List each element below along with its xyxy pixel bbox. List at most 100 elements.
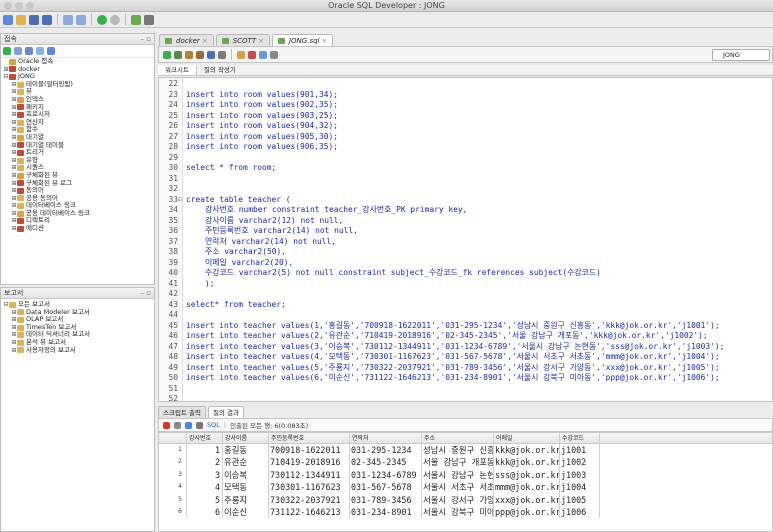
sql-link[interactable]: SQL (207, 421, 220, 429)
tree-item[interactable]: ⊞ 사용자정의 보고서 (3, 346, 154, 355)
grid-cell[interactable]: 이승복 (223, 468, 269, 482)
grid-cell[interactable]: 731122-1646213 (269, 505, 350, 519)
grid-cell[interactable]: 031-295-1234 (350, 444, 422, 457)
format-icon[interactable] (270, 50, 278, 59)
grid-cell[interactable]: j1002 (560, 456, 600, 469)
grid-cell[interactable]: j1003 (560, 468, 600, 482)
connection-select[interactable]: JONG (712, 49, 770, 61)
close-tab-icon[interactable]: × (202, 35, 208, 47)
grid-cell[interactable]: 031-234-8901 (350, 505, 422, 519)
grid-cell[interactable]: xxx@jok.or.kr (494, 493, 560, 506)
save-all-icon[interactable] (42, 14, 52, 25)
tree-item[interactable]: ⊞ 에디션 (3, 224, 154, 233)
fold-toggle-icon[interactable]: ⊟ (178, 195, 184, 206)
close-window-button[interactable] (4, 2, 12, 10)
column-header[interactable]: 이메일 (494, 433, 560, 443)
back-icon[interactable] (97, 14, 107, 25)
grid-cell[interactable]: kkk@jok.or.kr (494, 444, 560, 457)
rollback-icon[interactable] (196, 50, 204, 59)
history-icon[interactable] (259, 50, 267, 59)
grid-cell[interactable]: 5 (187, 493, 223, 506)
grid-cell[interactable]: 02-345-2345 (350, 456, 422, 469)
zoom-window-button[interactable] (26, 2, 34, 10)
column-header[interactable]: 주민등록번호 (269, 433, 350, 443)
grid-cell[interactable]: ppp@jok.or.kr (494, 505, 560, 519)
sql-worksheet-icon[interactable] (131, 14, 141, 25)
grid-cell[interactable]: 730322-2037921 (269, 493, 350, 506)
eraser-icon[interactable] (248, 50, 256, 59)
close-tab-icon[interactable]: × (258, 35, 264, 47)
table-row[interactable]: 6 6 이순신 731122-1646213 031-234-8901 서울시 강북구 미… (159, 505, 772, 519)
grid-cell[interactable]: 710419-2018916 (269, 456, 350, 469)
grid-cell[interactable]: 730112-1344911 (269, 468, 350, 482)
refresh-results-icon[interactable] (185, 421, 192, 429)
grid-cell[interactable]: 서울 강남구 개포동 (422, 456, 494, 469)
schema-browser-icon[interactable] (36, 47, 44, 55)
autotrace-icon[interactable] (218, 50, 226, 59)
grid-cell[interactable]: j1004 (560, 481, 600, 494)
table-row[interactable]: 5 5 주룡지 730322-2037921 031-789-3456 서울시 강서구 가… (159, 493, 772, 506)
table-row[interactable]: 1 1 홍길동 700918-1622011 031-295-1234 성남시 중원구 신… (159, 444, 772, 457)
tab-query-builder[interactable]: 질의 작성기 (197, 65, 243, 75)
grid-cell[interactable]: j1001 (560, 444, 600, 457)
grid-cell[interactable]: kkk@jok.or.kr (494, 456, 560, 469)
close-tab-icon[interactable]: × (321, 35, 327, 47)
grid-cell[interactable]: 서울시 강남구 논현동 (422, 468, 494, 482)
grid-cell[interactable]: 이순신 (223, 505, 269, 519)
run-script-icon[interactable] (174, 50, 182, 59)
tab-script-output[interactable]: 스크립트 출력 (158, 406, 206, 418)
refresh-icon[interactable] (14, 47, 22, 55)
grid-cell[interactable]: 3 (187, 468, 223, 482)
grid-cell[interactable]: 주룡지 (223, 493, 269, 506)
tab-query-result[interactable]: 질의 결과 (207, 406, 244, 418)
grid-cell[interactable]: 서울시 강서구 가양동 (422, 493, 494, 506)
grid-cell[interactable]: 031-567-5678 (350, 481, 422, 494)
column-header[interactable]: 수강코드 (560, 433, 600, 443)
table-row[interactable]: 3 3 이승복 730112-1344911 031-1234-6789 서울시 강남구 … (159, 468, 772, 482)
table-row[interactable]: 4 4 모택동 730301-1167623 031-567-5678 서울시 서초구 서… (159, 481, 772, 494)
grid-cell[interactable]: 서울시 서초구 서초동 (422, 481, 494, 494)
redo-icon[interactable] (76, 14, 86, 25)
pin-icon[interactable] (163, 421, 170, 429)
commit-icon[interactable] (185, 50, 193, 59)
grid-cell[interactable]: 1 (187, 444, 223, 457)
sql-editor[interactable]: 22 23 insert into room values(901,34); 24 in… (158, 77, 773, 402)
grid-cell[interactable]: 유관순 (223, 456, 269, 469)
grid-cell[interactable]: 730301-1167623 (269, 481, 350, 494)
panel-minimize-icon[interactable]: – ▫ (141, 288, 151, 299)
grid-cell[interactable]: sss@jok.or.kr (494, 468, 560, 482)
grid-cell[interactable]: 700918-1622011 (269, 444, 350, 457)
grid-cell[interactable]: 성남시 중원구 신흥동 (422, 444, 494, 457)
grid-cell[interactable]: j1005 (560, 493, 600, 506)
undo-icon[interactable] (63, 14, 73, 25)
run-statement-icon[interactable] (163, 50, 171, 59)
grid-cell[interactable]: 031-1234-6789 (350, 468, 422, 482)
forward-icon[interactable] (110, 14, 120, 25)
sql-tuning-icon[interactable] (237, 50, 245, 59)
column-header[interactable]: 주소 (422, 433, 494, 443)
panel-minimize-icon[interactable]: – ▫ (141, 34, 151, 45)
grid-cell[interactable]: mmm@jok.or.kr (494, 481, 560, 494)
results-grid[interactable]: 강사번호 강사이름 주민등록번호 연락처 주소 이메일 수강코드 1 1 홍길동 700918-1… (158, 432, 773, 532)
table-row[interactable]: 2 2 유관순 710419-2018916 02-345-2345 서울 강남구 개포동… (159, 456, 772, 469)
grid-cell[interactable]: 6 (187, 505, 223, 519)
grid-cell[interactable]: 4 (187, 481, 223, 494)
grid-cell[interactable]: 서울시 강북구 미아동 (422, 505, 494, 519)
filter-results-icon[interactable] (196, 421, 203, 429)
column-header[interactable]: 강사번호 (187, 433, 223, 443)
grid-cell[interactable]: j1006 (560, 505, 600, 519)
minimize-window-button[interactable] (15, 2, 23, 10)
filter-icon[interactable] (25, 47, 33, 55)
grid-cell[interactable]: 2 (187, 456, 223, 469)
tab-scott[interactable]: SCOTT × (215, 34, 270, 47)
column-header[interactable]: 강사이름 (223, 433, 269, 443)
grid-cell[interactable]: 모택동 (223, 481, 269, 494)
save-icon[interactable] (29, 14, 39, 25)
explain-plan-icon[interactable] (207, 50, 215, 59)
import-icon[interactable] (47, 47, 55, 55)
grid-cell[interactable]: 홍길동 (223, 444, 269, 457)
column-header[interactable]: 연락처 (350, 433, 422, 443)
tab-worksheet[interactable]: 워크시트 (158, 65, 197, 75)
run-report-icon[interactable] (144, 14, 154, 25)
tab-docker[interactable]: docker × (159, 34, 214, 46)
